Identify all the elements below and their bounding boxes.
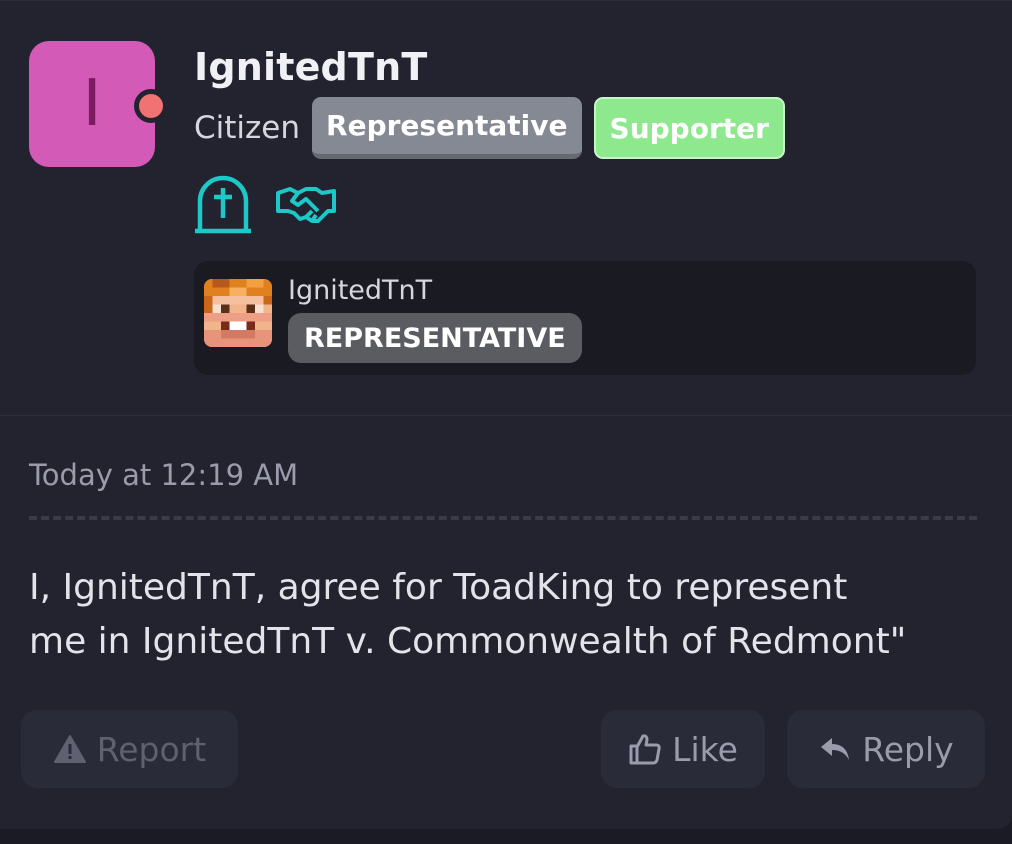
like-button[interactable]: Like [601,710,765,788]
report-button[interactable]: Report [21,710,238,788]
reply-button[interactable]: Reply [787,710,985,788]
minecraft-head-icon [204,279,272,347]
reply-arrow-icon [821,738,850,760]
post-body-line: I, IgnitedTnT, agree for ToadKing to rep… [29,567,848,608]
user-title: Citizen [194,110,301,146]
reply-label: Reply [862,729,954,769]
post-timestamp[interactable]: Today at 12:19 AM [29,458,298,492]
trophy-row [194,175,360,239]
post-body-line: me in IgnitedTnT v. Commonwealth of Redm… [29,621,907,662]
header-divider [0,415,1012,416]
tombstone-cross-icon[interactable] [194,175,252,239]
user-rank-row: Citizen Representative Supporter [194,97,797,159]
online-status-dot [134,89,168,123]
username-link[interactable]: IgnitedTnT [194,45,427,89]
profile-embed-card[interactable]: IgnitedTnT REPRESENTATIVE [194,261,976,375]
handshake-icon[interactable] [276,185,336,229]
representative-badge: Representative [312,97,582,159]
embed-role-badge: REPRESENTATIVE [288,313,582,363]
thumbs-up-icon [629,734,661,765]
like-label: Like [672,729,738,769]
warning-icon [53,735,86,763]
dashed-divider [29,516,977,520]
supporter-badge: Supporter [593,97,785,159]
post-body: I, IgnitedTnT, agree for ToadKing to rep… [29,561,999,669]
report-label: Report [96,729,207,769]
avatar-letter: I [82,67,102,141]
message-post: I IgnitedTnT Citizen Representative Supp… [0,0,1012,829]
embed-username: IgnitedTnT [288,275,433,306]
